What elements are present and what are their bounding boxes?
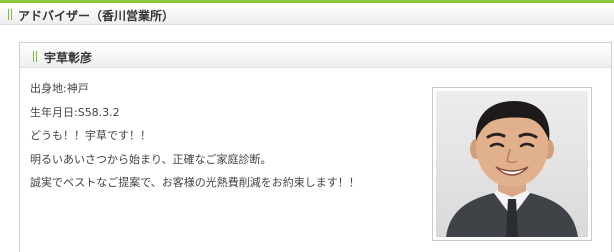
profile-birthplace: 出身地:神戸: [30, 82, 89, 95]
profile-greeting: どうも！！宇草です！！: [30, 129, 151, 142]
profile-card-header: 宇草彰彦: [20, 43, 611, 68]
profile-photo-frame: [432, 87, 592, 241]
profile-name: 宇草彰彦: [44, 51, 93, 65]
profile-description-1: 明るいあいさつから始まり、正確なご家庭診断。: [30, 152, 272, 166]
profile-description-2: 誠実でベストなご提案で、お客様の光熱費削減をお約束します！！: [30, 176, 360, 189]
section-title: アドバイザー（香川営業所）: [18, 9, 175, 23]
profile-photo: [436, 91, 588, 237]
card-grip-icon: [33, 51, 38, 62]
profile-birthdate: 生年月日:S58.3.2: [30, 105, 120, 119]
page: アドバイザー（香川営業所） 宇草彰彦 出身地:神戸 生年月日:S58.3.2 ど…: [0, 0, 614, 252]
section-grip-icon: [8, 9, 13, 20]
profile-card: 宇草彰彦 出身地:神戸 生年月日:S58.3.2 どうも！！宇草です！！ 明るい…: [19, 42, 612, 252]
profile-info: 出身地:神戸 生年月日:S58.3.2 どうも！！宇草です！！ 明るいあいさつか…: [30, 77, 420, 195]
section-header: アドバイザー（香川営業所）: [0, 3, 614, 25]
